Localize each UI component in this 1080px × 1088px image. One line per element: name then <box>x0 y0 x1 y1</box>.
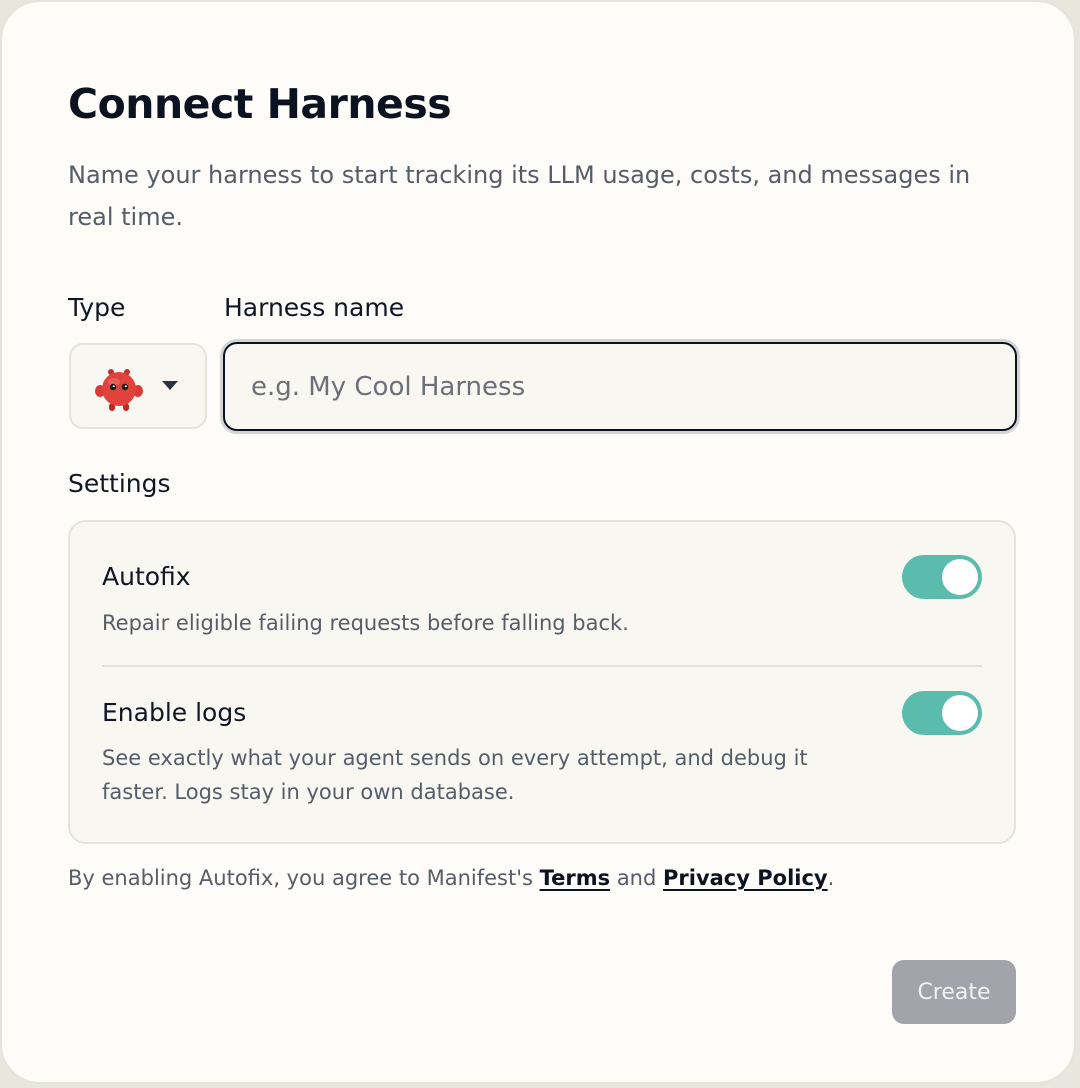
settings-label: Settings <box>68 469 171 498</box>
agreement-middle: and <box>610 866 663 890</box>
enable-logs-description: See exactly what your agent sends on eve… <box>102 746 808 804</box>
terms-link[interactable]: Terms <box>540 866 611 890</box>
autofix-toggle[interactable] <box>902 555 982 599</box>
agreement-suffix: . <box>827 866 835 890</box>
harness-name-input[interactable] <box>223 342 1017 431</box>
toggle-knob <box>942 695 978 731</box>
red-mascot-icon <box>95 369 143 411</box>
create-button[interactable]: Create <box>892 960 1016 1024</box>
privacy-policy-link[interactable]: Privacy Policy <box>663 866 828 890</box>
toggle-knob <box>942 559 978 595</box>
enable-logs-title: Enable logs <box>102 698 247 727</box>
settings-divider <box>102 665 982 667</box>
harness-name-label: Harness name <box>224 293 405 322</box>
enable-logs-toggle[interactable] <box>902 691 982 735</box>
chevron-down-icon <box>162 381 178 390</box>
agreement-text: By enabling Autofix, you agree to Manife… <box>68 860 834 896</box>
autofix-title: Autofix <box>102 562 191 591</box>
type-label: Type <box>68 293 126 322</box>
dialog-subtitle: Name your harness to start tracking its … <box>68 161 971 231</box>
type-select[interactable] <box>69 343 207 429</box>
connect-harness-dialog: Connect Harness Name your harness to sta… <box>0 0 1076 1084</box>
dialog-title: Connect Harness <box>68 80 452 128</box>
autofix-description: Repair eligible failing requests before … <box>102 611 629 635</box>
agreement-prefix: By enabling Autofix, you agree to Manife… <box>68 866 540 890</box>
settings-panel: Autofix Repair eligible failing requests… <box>68 520 1016 844</box>
